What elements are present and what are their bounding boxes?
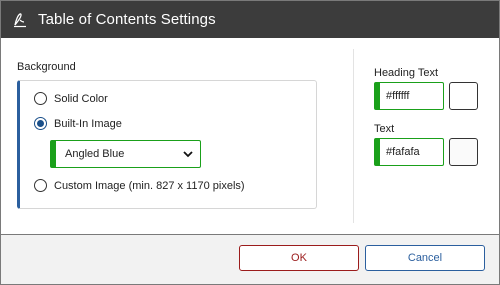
signature-pen-icon (11, 11, 29, 29)
background-panel: Solid Color Built-In Image Angled Blue C… (17, 80, 317, 209)
radio-label: Custom Image (min. 827 x 1170 pixels) (54, 179, 245, 192)
title-bar: Table of Contents Settings (1, 1, 499, 38)
heading-text-value: #ffffff (386, 90, 410, 102)
ok-button[interactable]: OK (239, 245, 359, 271)
background-label: Background (17, 61, 76, 73)
dialog-footer: OK Cancel (1, 234, 499, 284)
text-color-swatch[interactable] (449, 138, 478, 166)
radio-custom-image[interactable]: Custom Image (min. 827 x 1170 pixels) (34, 179, 245, 192)
radio-button[interactable] (34, 92, 47, 105)
text-label: Text (374, 123, 395, 135)
vertical-divider (353, 49, 354, 223)
text-color-input[interactable]: #fafafa (374, 138, 444, 166)
heading-text-color-swatch[interactable] (449, 82, 478, 110)
heading-text-label: Heading Text (374, 67, 439, 79)
radio-button[interactable] (34, 179, 47, 192)
cancel-button[interactable]: Cancel (365, 245, 485, 271)
text-color-value: #fafafa (386, 146, 420, 158)
settings-dialog: Table of Contents Settings Background So… (0, 0, 500, 285)
heading-text-color-input[interactable]: #ffffff (374, 82, 444, 110)
chevron-down-icon (182, 148, 194, 160)
radio-solid-color[interactable]: Solid Color (34, 92, 108, 105)
radio-button-checked[interactable] (34, 117, 47, 130)
radio-built-in-image[interactable]: Built-In Image (34, 117, 122, 130)
dialog-title: Table of Contents Settings (38, 11, 216, 28)
radio-label: Built-In Image (54, 117, 122, 130)
radio-label: Solid Color (54, 92, 108, 105)
built-in-image-select[interactable]: Angled Blue (50, 140, 201, 168)
select-value: Angled Blue (65, 148, 125, 160)
